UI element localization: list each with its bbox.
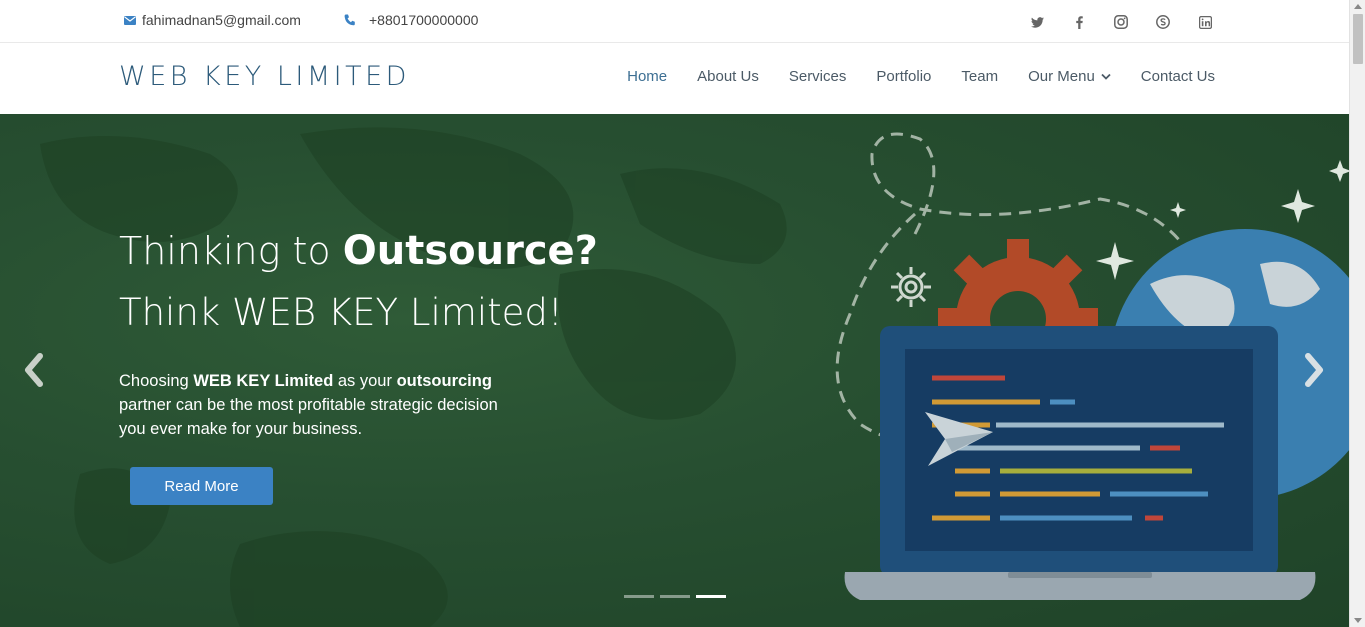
chevron-right-icon — [1305, 353, 1323, 387]
site-logo[interactable]: WEB KEY LIMITED — [119, 61, 410, 92]
slider-next-button[interactable] — [1298, 350, 1328, 390]
page-scrollbar[interactable] — [1349, 0, 1365, 627]
hero-title: Thinking to Outsource? — [119, 231, 598, 271]
slide-indicator-2[interactable] — [660, 595, 690, 598]
social-links — [1026, 11, 1216, 33]
hero-text-bold-1: WEB KEY Limited — [193, 372, 334, 390]
hero-slider: Thinking to Outsource? Think WEB KEY Lim… — [0, 114, 1349, 627]
linkedin-icon[interactable] — [1194, 11, 1216, 33]
hero-title-bold: Outsource? — [342, 228, 598, 274]
twitter-icon[interactable] — [1026, 11, 1048, 33]
slide-indicator-1[interactable] — [624, 595, 654, 598]
chevron-left-icon — [25, 353, 43, 387]
hero-title-prefix: Thinking to — [119, 229, 331, 273]
read-more-button[interactable]: Read More — [130, 467, 273, 505]
hero-description: Choosing WEB KEY Limited as your outsour… — [119, 369, 499, 441]
phone-icon — [344, 14, 355, 26]
slider-prev-button[interactable] — [20, 350, 50, 390]
nav-team[interactable]: Team — [961, 68, 998, 85]
nav-portfolio[interactable]: Portfolio — [876, 68, 931, 85]
chevron-down-icon — [1101, 73, 1111, 80]
nav-our-menu-label: Our Menu — [1028, 68, 1095, 85]
nav-our-menu[interactable]: Our Menu — [1028, 68, 1111, 85]
top-bar: fahimadnan5@gmail.com +8801700000000 — [0, 0, 1349, 43]
hero-text-3: partner can be the most profitable strat… — [119, 396, 498, 438]
hero-text-2: as your — [337, 372, 392, 390]
scroll-down-arrow[interactable] — [1354, 618, 1362, 623]
main-header: WEB KEY LIMITED Home About Us Services P… — [0, 44, 1349, 114]
envelope-icon — [124, 15, 136, 25]
hero-text-1: Choosing — [119, 372, 189, 390]
scroll-thumb[interactable] — [1353, 14, 1363, 64]
main-nav: Home About Us Services Portfolio Team Ou… — [627, 68, 1215, 85]
skype-icon[interactable] — [1152, 11, 1174, 33]
slider-indicators — [624, 595, 726, 598]
email-text: fahimadnan5@gmail.com — [142, 12, 301, 28]
scroll-up-arrow[interactable] — [1354, 4, 1362, 9]
hero-subtitle: Think WEB KEY Limited! — [119, 291, 563, 334]
nav-home[interactable]: Home — [627, 68, 667, 85]
nav-about-us[interactable]: About Us — [697, 68, 759, 85]
instagram-icon[interactable] — [1110, 11, 1132, 33]
phone-text: +8801700000000 — [369, 12, 479, 28]
phone-contact[interactable]: +8801700000000 — [344, 12, 478, 28]
facebook-icon[interactable] — [1068, 11, 1090, 33]
slide-indicator-3[interactable] — [696, 595, 726, 598]
hero-text-bold-2: outsourcing — [396, 372, 492, 390]
email-contact[interactable]: fahimadnan5@gmail.com — [124, 12, 301, 28]
nav-services[interactable]: Services — [789, 68, 847, 85]
nav-contact-us[interactable]: Contact Us — [1141, 68, 1215, 85]
